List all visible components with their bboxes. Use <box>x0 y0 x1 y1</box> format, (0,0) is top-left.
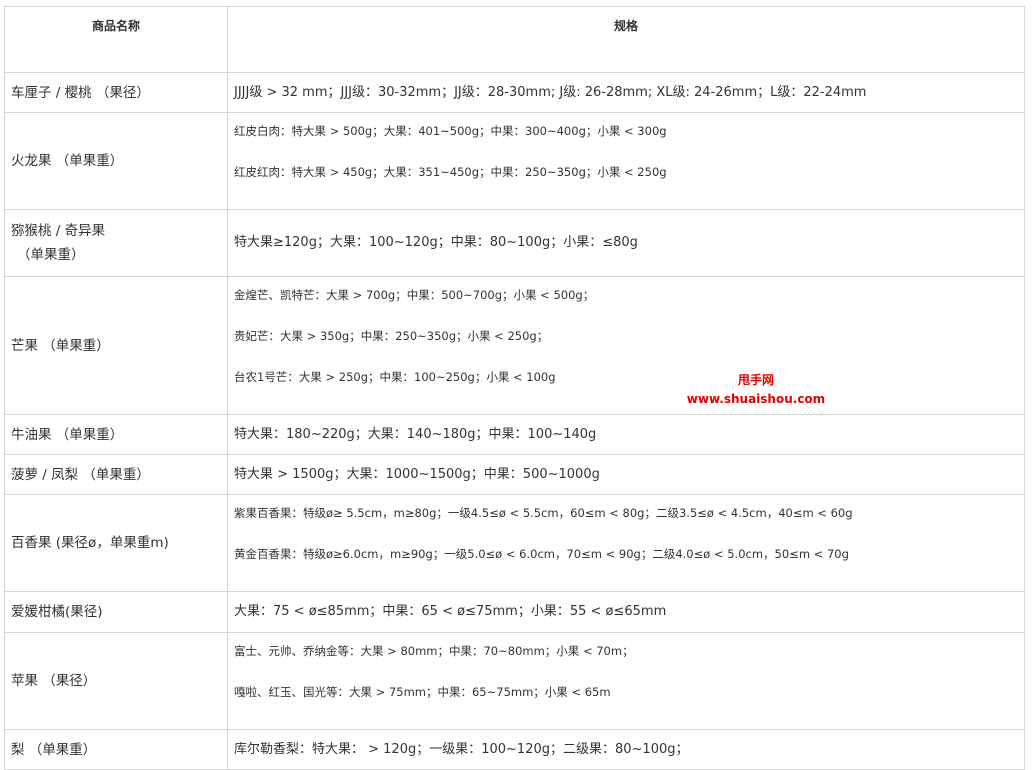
spec-cell: 特大果：180~220g；大果：140~180g；中果：100~140g <box>227 414 1025 455</box>
table-row: 菠萝 / 凤梨 （单果重） 特大果 > 1500g；大果：1000~1500g；… <box>4 454 1025 495</box>
table-header-row: 商品名称 规格 <box>4 6 1025 73</box>
spec-table: 商品名称 规格 车厘子 / 樱桃 （果径） JJJJ级 > 32 mm；JJJ级… <box>4 6 1025 770</box>
spec-cell: 紫果百香果：特级ø≥ 5.5cm，m≥80g；一级4.5≤ø < 5.5cm，6… <box>227 494 1025 592</box>
product-name-cell: 芒果 （单果重） <box>4 276 228 415</box>
table-row: 芒果 （单果重） 金煌芒、凯特芒：大果 > 700g；中果：500~700g；小… <box>4 276 1025 415</box>
spec-cell: 富士、元帅、乔纳金等：大果 > 80mm；中果：70~80mm；小果 < 70m… <box>227 632 1025 730</box>
table-row: 百香果 (果径ø，单果重m) 紫果百香果：特级ø≥ 5.5cm，m≥80g；一级… <box>4 494 1025 592</box>
spec-cell: JJJJ级 > 32 mm；JJJ级：30-32mm；JJ级：28-30mm; … <box>227 72 1025 113</box>
spec-cell: 金煌芒、凯特芒：大果 > 700g；中果：500~700g；小果 < 500g；… <box>227 276 1025 415</box>
product-name-cell: 梨 （单果重） <box>4 729 228 770</box>
product-name-cell: 菠萝 / 凤梨 （单果重） <box>4 454 228 495</box>
watermark-url: www.shuaishou.com <box>686 392 826 406</box>
product-name-line: 猕猴桃 / 奇异果 <box>11 223 106 239</box>
spec-cell: 特大果≥120g；大果：100~120g；中果：80~100g；小果：≤80g <box>227 209 1025 277</box>
site-watermark: 甩手网 www.shuaishou.com <box>686 371 826 409</box>
table-row: 牛油果 （单果重） 特大果：180~220g；大果：140~180g；中果：10… <box>4 414 1025 455</box>
spec-line: 贵妃芒：大果 > 350g；中果：250~350g；小果 < 250g； <box>234 329 549 343</box>
product-name-cell: 猕猴桃 / 奇异果 （单果重） <box>4 209 228 277</box>
product-name-cell: 火龙果 （单果重） <box>4 112 228 210</box>
table-row: 猕猴桃 / 奇异果 （单果重） 特大果≥120g；大果：100~120g；中果：… <box>4 209 1025 277</box>
spec-line: 紫果百香果：特级ø≥ 5.5cm，m≥80g；一级4.5≤ø < 5.5cm，6… <box>234 506 853 520</box>
spec-line: 红皮红肉：特大果 > 450g；大果：351~450g；中果：250~350g；… <box>234 165 667 179</box>
spec-cell: 库尔勒香梨：特大果： > 120g；一级果：100~120g；二级果：80~10… <box>227 729 1025 770</box>
product-name-line: （单果重） <box>17 247 85 263</box>
spec-cell: 红皮白肉：特大果 > 500g；大果：401~500g；中果：300~400g；… <box>227 112 1025 210</box>
spec-cell: 特大果 > 1500g；大果：1000~1500g；中果：500~1000g <box>227 454 1025 495</box>
watermark-name: 甩手网 <box>737 373 774 387</box>
product-name-cell: 牛油果 （单果重） <box>4 414 228 455</box>
table-row: 火龙果 （单果重） 红皮白肉：特大果 > 500g；大果：401~500g；中果… <box>4 112 1025 210</box>
spec-line: 台农1号芒：大果 > 250g；中果：100~250g；小果 < 100g <box>234 370 556 384</box>
spec-line: 金煌芒、凯特芒：大果 > 700g；中果：500~700g；小果 < 500g； <box>234 288 595 302</box>
spec-line: 红皮白肉：特大果 > 500g；大果：401~500g；中果：300~400g；… <box>234 124 667 138</box>
spec-line: 富士、元帅、乔纳金等：大果 > 80mm；中果：70~80mm；小果 < 70m… <box>234 644 634 658</box>
product-name-cell: 百香果 (果径ø，单果重m) <box>4 494 228 592</box>
product-name-cell: 车厘子 / 樱桃 （果径） <box>4 72 228 113</box>
spec-line: 嘎啦、红玉、国光等：大果 > 75mm；中果：65~75mm；小果 < 65m <box>234 685 611 699</box>
header-product-name: 商品名称 <box>4 6 228 73</box>
spec-line: 黄金百香果：特级ø≥6.0cm，m≥90g；一级5.0≤ø < 6.0cm，70… <box>234 547 849 561</box>
spec-cell: 大果：75 < ø≤85mm；中果：65 < ø≤75mm；小果：55 < ø≤… <box>227 591 1025 633</box>
table-row: 车厘子 / 樱桃 （果径） JJJJ级 > 32 mm；JJJ级：30-32mm… <box>4 72 1025 113</box>
table-row: 苹果 （果径） 富士、元帅、乔纳金等：大果 > 80mm；中果：70~80mm；… <box>4 632 1025 730</box>
product-name-cell: 爱媛柑橘(果径) <box>4 591 228 633</box>
header-spec: 规格 <box>227 6 1025 73</box>
table-row: 爱媛柑橘(果径) 大果：75 < ø≤85mm；中果：65 < ø≤75mm；小… <box>4 591 1025 633</box>
table-row: 梨 （单果重） 库尔勒香梨：特大果： > 120g；一级果：100~120g；二… <box>4 729 1025 770</box>
product-name-cell: 苹果 （果径） <box>4 632 228 730</box>
